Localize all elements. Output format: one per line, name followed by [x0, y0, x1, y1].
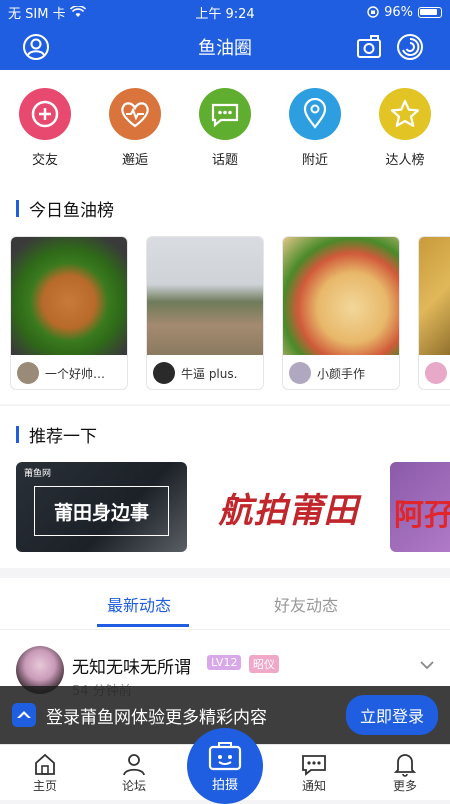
recommend-banner[interactable]: 阿孖	[390, 462, 450, 552]
banner-title: 航拍莆田	[218, 490, 359, 531]
section-accent	[16, 425, 19, 443]
battery-icon	[418, 6, 442, 18]
message-icon	[302, 755, 326, 776]
food-photo	[419, 237, 450, 355]
category-encounter[interactable]: 邂逅	[99, 88, 171, 180]
banner-title: 阿孖	[394, 498, 450, 533]
category-label: 话题	[211, 153, 238, 168]
clock: 上午 9:24	[195, 6, 255, 22]
tab-label: 主页	[32, 779, 57, 793]
battery-percent: 96%	[384, 4, 413, 20]
location-pin-icon	[289, 88, 341, 140]
app-logo	[12, 703, 36, 727]
home-icon	[35, 753, 55, 775]
feed-tabs: 最新动态 好友动态	[0, 578, 450, 630]
section-title: 今日鱼油榜	[29, 200, 114, 221]
star-icon	[379, 88, 431, 140]
card-username: 牛逼 plus.	[181, 366, 238, 381]
recommend-carousel[interactable]: 莆鱼网 莆田身边事 航拍莆田 阿孖	[0, 462, 450, 568]
capture-button[interactable]: 拍摄	[187, 728, 263, 804]
heartbeat-icon	[109, 88, 161, 140]
tab-latest[interactable]: 最新动态	[107, 592, 171, 616]
login-prompt-text: 登录莆鱼网体验更多精彩内容	[46, 707, 267, 728]
avatar	[153, 362, 175, 384]
level-badge: LV12	[207, 655, 242, 670]
tab-label: 论坛	[121, 779, 146, 793]
card-username: 小颜手作	[317, 366, 366, 381]
wifi-icon	[69, 6, 86, 17]
tab-active-underline	[97, 624, 189, 627]
category-label: 邂逅	[121, 153, 148, 168]
bell-icon	[393, 754, 417, 777]
landscape-photo	[147, 237, 263, 355]
recommend-banner[interactable]: 航拍莆田	[203, 462, 374, 552]
category-nearby[interactable]: 附近	[279, 88, 351, 180]
food-photo	[11, 237, 127, 355]
banner-logo: 莆鱼网	[24, 469, 52, 479]
tab-notify[interactable]: 通知	[284, 751, 344, 794]
ranking-card[interactable]: 一个好帅…	[10, 236, 128, 390]
post-username[interactable]: 无知无味无所谓	[72, 653, 191, 678]
tab-more[interactable]: 更多	[375, 751, 435, 794]
category-label: 交友	[31, 153, 58, 168]
category-make-friends[interactable]: 交友	[9, 88, 81, 180]
ranking-card[interactable]: 牛逼 plus.	[146, 236, 264, 390]
section-header-today: 今日鱼油榜	[0, 180, 450, 236]
tab-friends[interactable]: 好友动态	[274, 592, 338, 616]
card-username: 一个好帅…	[45, 366, 106, 381]
section-header-recommend: 推荐一下	[0, 406, 450, 462]
ranking-card[interactable]: 小颜手作	[282, 236, 400, 390]
category-label: 附近	[301, 153, 328, 168]
tab-label: 更多	[392, 779, 417, 793]
camera-icon[interactable]	[355, 33, 383, 61]
avatar	[289, 362, 311, 384]
category-label: 达人榜	[385, 153, 425, 168]
food-photo	[283, 237, 399, 355]
chat-bubble-icon	[199, 88, 251, 140]
user-icon	[123, 754, 145, 776]
chevron-down-icon[interactable]	[419, 660, 435, 670]
recommend-banner[interactable]: 莆鱼网 莆田身边事	[16, 462, 187, 552]
title-badge: 昭仪	[249, 655, 279, 673]
plus-circle-icon	[19, 88, 71, 140]
tab-forum[interactable]: 论坛	[104, 751, 164, 794]
today-ranking-carousel[interactable]: 一个好帅… 牛逼 plus. 小颜手作	[0, 236, 450, 404]
tab-home[interactable]: 主页	[15, 751, 75, 794]
camera-icon	[208, 741, 242, 770]
orientation-lock-icon	[367, 6, 379, 18]
category-row: 交友 邂逅 话题 附近 达人榜	[0, 70, 450, 180]
carrier-label: 无 SIM 卡	[8, 6, 66, 22]
section-title: 推荐一下	[29, 426, 97, 447]
tab-label: 通知	[301, 779, 326, 793]
page-title: 鱼油圈	[198, 38, 252, 59]
avatar	[425, 362, 447, 384]
capture-label: 拍摄	[211, 777, 238, 793]
login-button[interactable]: 立即登录	[345, 695, 438, 735]
avatar	[17, 362, 39, 384]
section-accent	[16, 199, 19, 217]
banner-title: 莆田身边事	[53, 501, 149, 524]
profile-icon[interactable]	[22, 33, 50, 61]
category-top-users[interactable]: 达人榜	[369, 88, 441, 180]
category-topics[interactable]: 话题	[189, 88, 261, 180]
spiral-icon[interactable]	[396, 33, 424, 61]
ranking-card[interactable]	[418, 236, 450, 390]
top-nav-bar: 鱼油圈	[0, 24, 450, 70]
status-bar: 无 SIM 卡 上午 9:24 96%	[0, 0, 450, 24]
